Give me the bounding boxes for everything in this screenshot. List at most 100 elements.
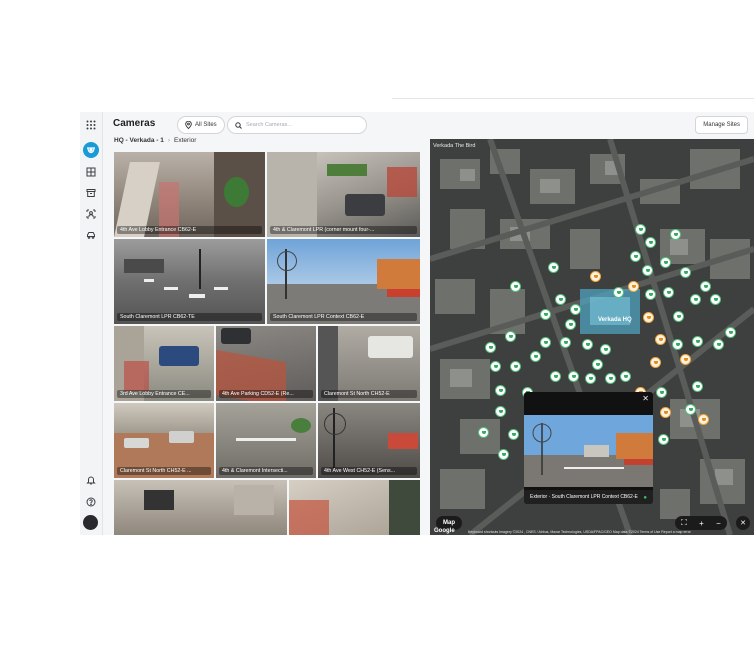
camera-pin[interactable] (550, 371, 561, 382)
camera-pin[interactable] (600, 344, 611, 355)
camera-tile[interactable] (289, 480, 420, 535)
camera-pin[interactable] (495, 385, 506, 396)
map-street-label: Verkada The Bird (433, 143, 476, 149)
camera-pin[interactable] (690, 294, 701, 305)
camera-pin[interactable] (510, 361, 521, 372)
camera-pin[interactable] (680, 354, 691, 365)
camera-pin[interactable] (555, 294, 566, 305)
camera-pin[interactable] (692, 336, 703, 347)
zoom-in-icon[interactable]: + (699, 519, 704, 528)
status-indicator-icon: ● (643, 495, 647, 501)
camera-tile[interactable]: 4th Ave Lobby Entrance CB62-E (114, 152, 265, 237)
camera-pin[interactable] (485, 342, 496, 353)
close-map-icon[interactable]: ✕ (736, 516, 750, 530)
camera-pin[interactable] (560, 337, 571, 348)
camera-preview-caption: Exterior · South Claremont LPR Context C… (524, 490, 653, 504)
camera-pin[interactable] (540, 309, 551, 320)
car-icon[interactable] (83, 227, 99, 243)
camera-pin[interactable] (660, 257, 671, 268)
camera-pin[interactable] (680, 267, 691, 278)
fullscreen-icon[interactable]: ⛶ (681, 518, 687, 528)
camera-pin[interactable] (710, 294, 721, 305)
camera-pin[interactable] (620, 371, 631, 382)
camera-pin[interactable] (656, 387, 667, 398)
camera-pin[interactable] (478, 427, 489, 438)
camera-pin[interactable] (630, 251, 641, 262)
camera-pin[interactable] (643, 312, 654, 323)
camera-pin[interactable] (700, 281, 711, 292)
camera-pin[interactable] (613, 287, 624, 298)
camera-pin[interactable] (642, 265, 653, 276)
camera-pin[interactable] (570, 304, 581, 315)
site-map[interactable]: Verkada The Bird Verkada HQ ✕ Exterior ·… (430, 139, 754, 535)
zoom-out-icon[interactable]: − (716, 519, 721, 528)
camera-pin[interactable] (582, 339, 593, 350)
camera-pin[interactable] (663, 287, 674, 298)
camera-tile[interactable]: South Claremont LPR Context CB62-E (267, 239, 420, 324)
camera-pin[interactable] (650, 357, 661, 368)
camera-pin[interactable] (725, 327, 736, 338)
camera-pin[interactable] (590, 271, 601, 282)
camera-tile[interactable]: 3rd Ave Lobby Entrance CE... (114, 326, 214, 401)
camera-pin[interactable] (645, 237, 656, 248)
layout-grid-icon[interactable] (83, 164, 99, 180)
camera-label: South Claremont LPR Context CB62-E (270, 313, 417, 321)
camera-pin[interactable] (540, 337, 551, 348)
camera-dome-icon[interactable] (83, 142, 99, 158)
breadcrumb-separator: › (167, 137, 171, 144)
camera-tile[interactable]: 4th & Claremont Intersecti... (216, 403, 316, 478)
camera-pin[interactable] (635, 224, 646, 235)
camera-preview-image (524, 415, 653, 487)
close-icon[interactable]: ✕ (642, 394, 649, 403)
camera-tile[interactable]: Claremont St North CH52-E ... (114, 403, 214, 478)
breadcrumb-group[interactable]: Exterior (174, 137, 196, 144)
top-divider (392, 98, 754, 99)
camera-tile[interactable]: South Claremont LPR CB62-TE (114, 239, 265, 324)
camera-tile[interactable]: Claremont St North CH52-E (318, 326, 420, 401)
camera-pin[interactable] (685, 404, 696, 415)
camera-pin[interactable] (660, 407, 671, 418)
camera-pin[interactable] (672, 339, 683, 350)
camera-pin[interactable] (510, 281, 521, 292)
camera-pin[interactable] (692, 381, 703, 392)
camera-pin[interactable] (505, 331, 516, 342)
camera-pin[interactable] (673, 311, 684, 322)
camera-pin[interactable] (655, 334, 666, 345)
camera-tile[interactable] (114, 480, 287, 535)
camera-pin[interactable] (565, 319, 576, 330)
app-window: Cameras All Sites Manage Sites HQ - Verk… (80, 112, 754, 535)
help-icon[interactable] (83, 494, 99, 510)
camera-tile[interactable]: 4th Ave Parking CD52-E (Re... (216, 326, 316, 401)
camera-pin[interactable] (698, 414, 709, 425)
archive-icon[interactable] (83, 185, 99, 201)
camera-pin[interactable] (628, 281, 639, 292)
camera-tile[interactable]: 4th & Claremont LPR (corner mount four-.… (267, 152, 420, 237)
breadcrumb-site[interactable]: HQ - Verkada - 1 (114, 137, 164, 144)
camera-pin[interactable] (530, 351, 541, 362)
apps-grid-icon[interactable] (83, 117, 99, 133)
bell-icon[interactable] (83, 472, 99, 488)
location-pin-icon (185, 121, 192, 129)
camera-preview-popup[interactable]: ✕ Exterior · South Claremont LPR Context… (524, 392, 653, 504)
camera-pin[interactable] (658, 434, 669, 445)
camera-pin[interactable] (508, 429, 519, 440)
search-box[interactable] (227, 116, 367, 134)
camera-pin[interactable] (585, 373, 596, 384)
camera-pin[interactable] (490, 361, 501, 372)
camera-pin[interactable] (605, 373, 616, 384)
people-icon[interactable] (83, 206, 99, 222)
camera-pin[interactable] (645, 289, 656, 300)
manage-sites-button[interactable]: Manage Sites (695, 116, 748, 134)
camera-pin[interactable] (670, 229, 681, 240)
camera-pin[interactable] (548, 262, 559, 273)
page-header: Cameras All Sites Manage Sites (102, 112, 754, 138)
camera-pin[interactable] (498, 449, 509, 460)
camera-pin[interactable] (592, 359, 603, 370)
search-input[interactable] (244, 121, 358, 129)
camera-pin[interactable] (568, 371, 579, 382)
camera-pin[interactable] (495, 406, 506, 417)
camera-pin[interactable] (713, 339, 724, 350)
camera-tile[interactable]: 4th Ave West CH52-E (Sens... (318, 403, 420, 478)
avatar[interactable] (83, 515, 98, 530)
all-sites-button[interactable]: All Sites (177, 116, 225, 134)
